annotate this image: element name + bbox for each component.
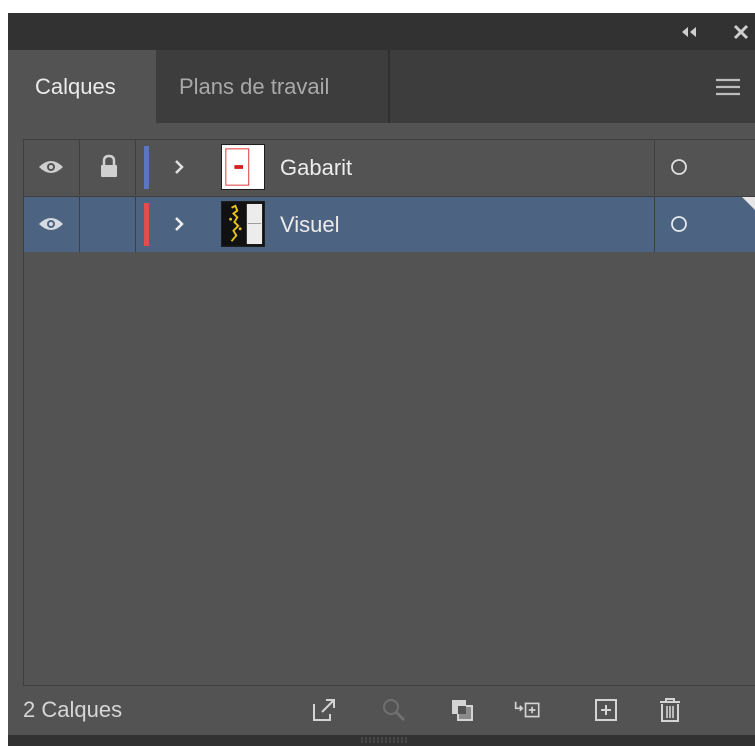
layer-row-visuel[interactable]: Visuel (24, 196, 755, 252)
column-divider (79, 140, 80, 195)
column-divider (79, 197, 80, 252)
new-layer-icon[interactable] (592, 696, 620, 724)
tab-bar: Calques Plans de travail (8, 50, 755, 123)
layer-color-bar (144, 203, 149, 246)
locate-object-icon (383, 699, 406, 722)
layer-name[interactable]: Gabarit (280, 140, 352, 195)
export-icon[interactable] (310, 696, 338, 724)
collapse-icon[interactable] (678, 24, 700, 40)
resize-grip-icon[interactable] (360, 737, 408, 743)
make-clipping-mask-icon[interactable] (448, 696, 476, 724)
close-icon[interactable] (732, 24, 750, 40)
layer-thumbnail-gabarit (221, 144, 265, 190)
tab-calques-label: Calques (35, 73, 116, 99)
layer-name[interactable]: Visuel (280, 197, 340, 252)
panel-footer: 2 Calques (8, 685, 755, 735)
resize-strip[interactable] (8, 735, 755, 746)
eye-icon[interactable] (38, 158, 64, 176)
target-circle-icon[interactable] (670, 158, 688, 176)
layer-thumbnail-visuel (221, 201, 265, 247)
lock-icon[interactable] (99, 154, 119, 178)
new-sublayer-icon[interactable] (514, 696, 542, 724)
layers-panel: Calques Plans de travail Gabarit Visuel … (8, 13, 755, 746)
tab-plans-de-travail[interactable]: Plans de travail (158, 50, 390, 123)
panel-menu-icon[interactable] (714, 77, 742, 97)
layers-list: Gabarit Visuel (23, 139, 755, 686)
layer-row-gabarit[interactable]: Gabarit (24, 140, 755, 195)
column-divider (135, 197, 136, 252)
current-layer-indicator (742, 197, 755, 211)
tab-plans-label: Plans de travail (179, 73, 330, 99)
chevron-right-icon[interactable] (172, 214, 186, 234)
tab-calques[interactable]: Calques (8, 50, 156, 123)
column-divider (135, 140, 136, 195)
trash-icon[interactable] (656, 696, 684, 724)
column-divider (654, 197, 655, 252)
target-circle-icon[interactable] (670, 215, 688, 233)
column-divider (654, 140, 655, 195)
eye-icon[interactable] (38, 215, 64, 233)
chevron-right-icon[interactable] (172, 157, 186, 177)
layer-count-label: 2 Calques (23, 697, 123, 722)
layer-color-bar (144, 146, 149, 189)
panel-titlebar[interactable] (8, 13, 755, 50)
